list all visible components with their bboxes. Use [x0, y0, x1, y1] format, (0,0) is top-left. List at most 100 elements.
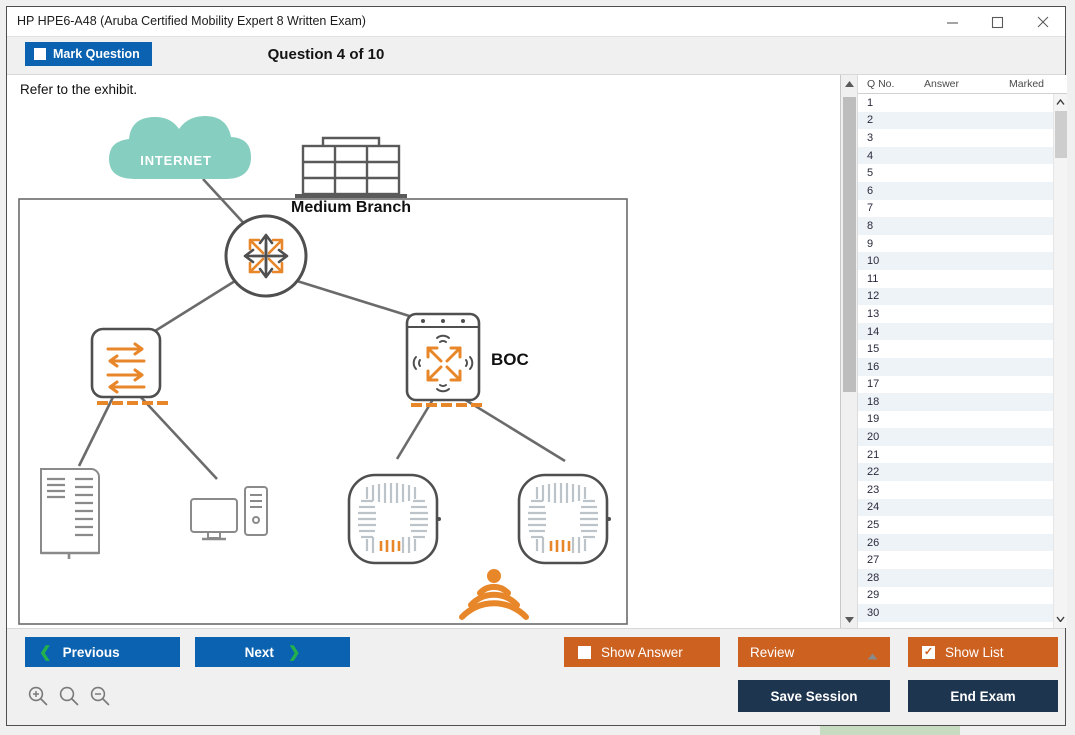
cell-question-number: 24 [867, 501, 880, 514]
list-scrollbar[interactable] [1053, 94, 1067, 628]
zoom-out-icon[interactable] [89, 685, 111, 707]
list-scroll-down-button[interactable] [1054, 611, 1067, 626]
show-answer-button[interactable]: Show Answer [564, 637, 720, 667]
list-scrollbar-thumb[interactable] [1055, 111, 1067, 158]
table-row[interactable]: 5 [858, 164, 1053, 182]
cell-question-number: 20 [867, 431, 880, 444]
zoom-in-icon[interactable] [27, 685, 49, 707]
table-row[interactable]: 4 [858, 146, 1053, 165]
table-row[interactable]: 20 [858, 428, 1053, 446]
exam-application-window: HP HPE6-A48 (Aruba Certified Mobility Ex… [0, 0, 1075, 735]
cell-question-number: 28 [867, 571, 880, 584]
save-session-button[interactable]: Save Session [738, 680, 890, 712]
review-dropdown[interactable]: Review [738, 637, 890, 667]
question-rows[interactable]: 1 2 3 4 5 6 7 8 9 10 11 12 13 14 15 16 17 18 19 20 21 22 23 24 2… [858, 94, 1053, 628]
end-exam-button[interactable]: End Exam [908, 680, 1058, 712]
table-row[interactable]: 16 [858, 357, 1053, 376]
table-row[interactable]: 25 [858, 516, 1053, 534]
cell-question-number: 3 [867, 131, 874, 144]
show-answer-checkbox[interactable] [578, 645, 591, 659]
table-row[interactable]: 29 [858, 586, 1053, 605]
cell-question-number: 16 [867, 360, 880, 373]
cell-question-number: 2 [867, 114, 874, 127]
question-content-area: Refer to the exhibit. INTERNET Medium Br… [7, 75, 837, 628]
show-list-checkbox[interactable]: ✓ [922, 645, 935, 659]
table-row[interactable]: 11 [858, 269, 1053, 288]
table-row[interactable]: 26 [858, 533, 1053, 552]
question-list-panel: Q No. Answer Marked 1 2 3 4 5 6 7 8 9 10 11 12 13 14 1… [840, 75, 1067, 628]
table-row[interactable]: 14 [858, 322, 1053, 341]
internet-label: INTERNET [140, 153, 211, 168]
previous-label: Previous [62, 644, 120, 660]
wifi-signal-icon [459, 569, 529, 620]
maximize-button[interactable] [975, 7, 1020, 37]
table-row[interactable]: 10 [858, 252, 1053, 270]
question-table: Q No. Answer Marked 1 2 3 4 5 6 7 8 9 10 11 12 13 14 1… [858, 75, 1067, 628]
table-row[interactable]: 18 [858, 393, 1053, 411]
panel-scrollbar[interactable] [841, 75, 858, 628]
column-header-answer: Answer [924, 78, 960, 90]
question-counter: Question 4 of 10 [267, 46, 385, 63]
scroll-down-button[interactable] [841, 611, 858, 628]
column-header-qno: Q No. [867, 78, 895, 90]
table-row[interactable]: 30 [858, 604, 1053, 622]
scroll-up-button[interactable] [841, 75, 858, 92]
table-row[interactable]: 21 [858, 445, 1053, 464]
zoom-controls [27, 685, 111, 707]
previous-button[interactable]: ❮ Previous [25, 637, 180, 667]
window-controls [930, 7, 1065, 37]
switch-icon [90, 327, 168, 405]
cell-question-number: 12 [867, 290, 880, 303]
main-window: HP HPE6-A48 (Aruba Certified Mobility Ex… [6, 6, 1067, 726]
check-icon: ✓ [923, 645, 934, 658]
cell-question-number: 23 [867, 483, 880, 496]
table-row[interactable]: 2 [858, 111, 1053, 130]
access-point-left-icon [347, 473, 441, 565]
table-row[interactable]: 19 [858, 410, 1053, 429]
cell-question-number: 15 [867, 343, 880, 356]
table-row[interactable]: 12 [858, 287, 1053, 306]
cell-question-number: 9 [867, 237, 874, 250]
cell-question-number: 27 [867, 554, 880, 567]
chevron-up-icon [1056, 98, 1065, 105]
cell-question-number: 8 [867, 219, 874, 232]
network-diagram-exhibit: INTERNET Medium Branch BOC [18, 116, 628, 625]
table-header-row: Q No. Answer Marked [858, 75, 1067, 94]
table-row[interactable]: 17 [858, 375, 1053, 394]
cell-question-number: 17 [867, 378, 880, 391]
cell-question-number: 19 [867, 413, 880, 426]
table-row[interactable]: 3 [858, 129, 1053, 147]
next-label: Next [244, 644, 274, 660]
next-button[interactable]: Next ❯ [195, 637, 350, 667]
cell-question-number: 7 [867, 202, 874, 215]
review-label: Review [750, 644, 795, 660]
desktop-background-strip [820, 726, 960, 735]
list-scroll-up-button[interactable] [1054, 94, 1067, 109]
cell-question-number: 25 [867, 519, 880, 532]
table-row[interactable]: 7 [858, 199, 1053, 218]
zoom-reset-icon[interactable] [58, 685, 80, 707]
panel-scrollbar-thumb[interactable] [843, 97, 856, 392]
table-row[interactable]: 23 [858, 481, 1053, 499]
chevron-left-icon: ❮ [39, 643, 52, 661]
cell-question-number: 11 [867, 272, 879, 285]
table-row[interactable]: 28 [858, 569, 1053, 587]
table-row[interactable]: 24 [858, 498, 1053, 517]
medium-branch-icon [295, 136, 407, 198]
show-list-button[interactable]: ✓ Show List [908, 637, 1058, 667]
table-row[interactable]: 9 [858, 234, 1053, 253]
table-row[interactable]: 8 [858, 217, 1053, 235]
table-row[interactable]: 1 [858, 94, 1053, 112]
chevron-down-icon [845, 616, 854, 623]
cell-question-number: 6 [867, 184, 874, 197]
close-button[interactable] [1020, 7, 1065, 37]
question-prompt: Refer to the exhibit. [20, 82, 138, 97]
table-row[interactable]: 27 [858, 551, 1053, 570]
table-row[interactable]: 22 [858, 463, 1053, 482]
table-row[interactable]: 15 [858, 340, 1053, 358]
cell-question-number: 4 [867, 149, 874, 162]
minimize-button[interactable] [930, 7, 975, 37]
table-row[interactable]: 6 [858, 181, 1053, 200]
table-row[interactable]: 13 [858, 305, 1053, 323]
branch-office-controller-icon [405, 312, 482, 407]
